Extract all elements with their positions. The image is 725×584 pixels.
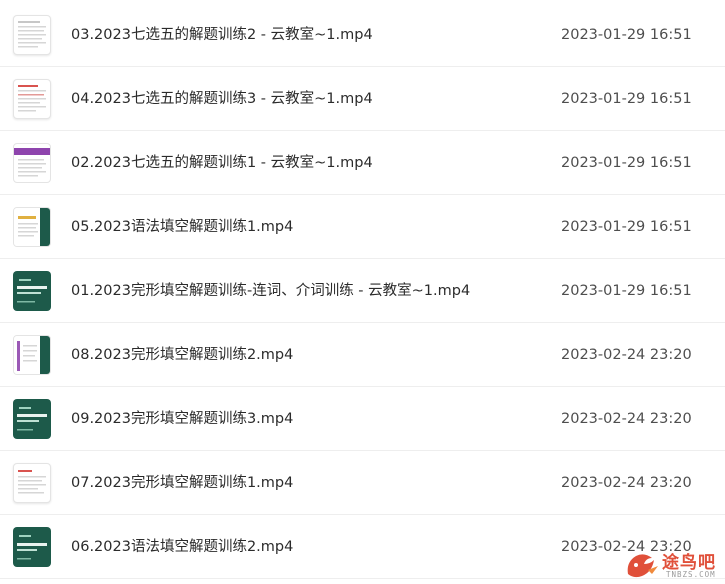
file-row[interactable]: 01.2023完形填空解题训练-连词、介词训练 - 云教室~1.mp4 2023… (0, 259, 725, 323)
cover-thumbnail-icon (13, 271, 51, 311)
file-name: 05.2023语法填空解题训练1.mp4 (71, 219, 294, 235)
file-name: 06.2023语法填空解题训练2.mp4 (71, 539, 294, 555)
file-row[interactable]: 05.2023语法填空解题训练1.mp4 2023-01-29 16:51 (0, 195, 725, 259)
file-row[interactable]: 03.2023七选五的解题训练2 - 云教室~1.mp4 2023-01-29 … (0, 3, 725, 67)
document-thumbnail-icon (13, 15, 51, 55)
file-name: 04.2023七选五的解题训练3 - 云教室~1.mp4 (71, 91, 373, 107)
file-modified-time: 2023-02-24 23:20 (561, 347, 692, 363)
file-modified-time: 2023-01-29 16:51 (561, 283, 692, 299)
file-name: 02.2023七选五的解题训练1 - 云教室~1.mp4 (71, 155, 373, 171)
file-row[interactable]: 04.2023七选五的解题训练3 - 云教室~1.mp4 2023-01-29 … (0, 67, 725, 131)
file-row[interactable]: 02.2023七选五的解题训练1 - 云教室~1.mp4 2023-01-29 … (0, 131, 725, 195)
file-modified-time: 2023-01-29 16:51 (561, 155, 692, 171)
watermark-domain: TNBZS.COM (666, 570, 716, 579)
file-modified-time: 2023-01-29 16:51 (561, 219, 692, 235)
cover-thumbnail-icon (13, 527, 51, 567)
file-modified-time: 2023-01-29 16:51 (561, 27, 692, 43)
slide-thumbnail-icon (13, 143, 51, 183)
document-thumbnail-icon (13, 79, 51, 119)
file-row[interactable]: 08.2023完形填空解题训练2.mp4 2023-02-24 23:20 (0, 323, 725, 387)
file-modified-time: 2023-01-29 16:51 (561, 91, 692, 107)
file-name: 09.2023完形填空解题训练3.mp4 (71, 411, 294, 427)
file-name: 07.2023完形填空解题训练1.mp4 (71, 475, 294, 491)
watermark-bird-icon (627, 554, 658, 578)
site-watermark: 途鸟吧 TNBZS.COM (622, 548, 722, 582)
slide-thumbnail-icon (13, 335, 51, 375)
file-row[interactable]: 07.2023完形填空解题训练1.mp4 2023-02-24 23:20 (0, 451, 725, 515)
file-modified-time: 2023-02-24 23:20 (561, 475, 692, 491)
file-name: 03.2023七选五的解题训练2 - 云教室~1.mp4 (71, 27, 373, 43)
file-row[interactable]: 09.2023完形填空解题训练3.mp4 2023-02-24 23:20 (0, 387, 725, 451)
file-row[interactable]: 06.2023语法填空解题训练2.mp4 2023-02-24 23:20 (0, 515, 725, 579)
cover-thumbnail-icon (13, 399, 51, 439)
document-thumbnail-icon (13, 463, 51, 503)
file-name: 08.2023完形填空解题训练2.mp4 (71, 347, 294, 363)
file-modified-time: 2023-02-24 23:20 (561, 411, 692, 427)
slide-thumbnail-icon (13, 207, 51, 247)
file-name: 01.2023完形填空解题训练-连词、介词训练 - 云教室~1.mp4 (71, 283, 471, 299)
